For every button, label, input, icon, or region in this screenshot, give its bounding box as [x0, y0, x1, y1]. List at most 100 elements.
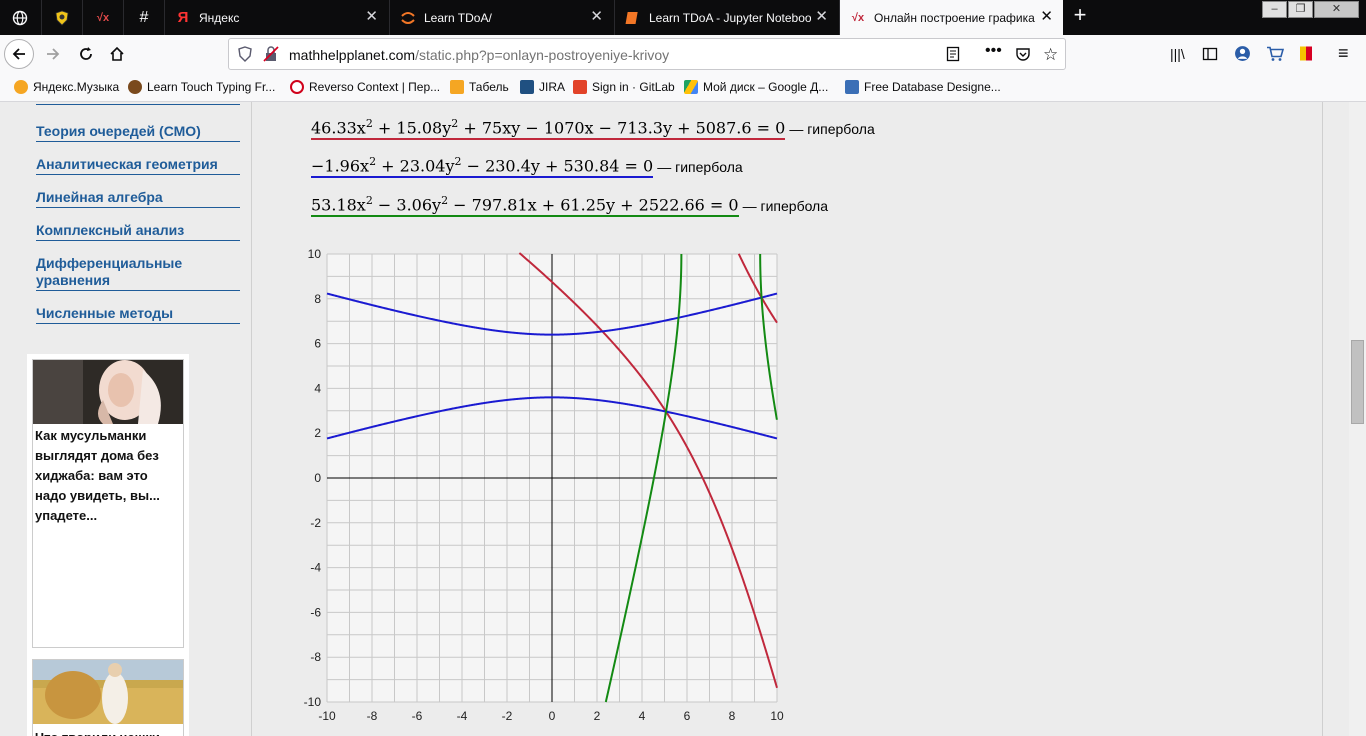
bookmark-item[interactable]: Reverso Context | Пер...	[290, 80, 440, 94]
sidebar-item-analytic-geometry[interactable]: Аналитическая геометрия	[36, 156, 240, 175]
cart-icon[interactable]	[1266, 45, 1285, 67]
x-tick-label: 6	[684, 709, 691, 723]
hyperbola-chart: -10 -8 -6 -4 -2 0 2 4 6 8 10 10 8 6 4 2 0 -2 -4 -6 -8 -10	[304, 247, 784, 723]
x-tick-label: 2	[594, 709, 601, 723]
ad-text[interactable]: Что творили чешки	[33, 724, 183, 736]
url-text: mathhelpplanet.com/static.php?p=onlayn-p…	[289, 47, 669, 63]
bookmark-item[interactable]: Табель	[450, 80, 509, 94]
tab-pinned-4[interactable]: #	[123, 0, 163, 35]
ad-text[interactable]: Как мусульманки выглядят дома без хиджаб…	[33, 424, 183, 528]
page-content: Теория очередей (СМО) Аналитическая геом…	[0, 102, 1349, 736]
y-tick-label: -8	[310, 650, 321, 664]
bookmark-item[interactable]: Learn Touch Typing Fr...	[128, 80, 275, 94]
arrow-left-icon	[12, 48, 25, 60]
tab-jupyter-notebook[interactable]: Learn TDoA - Jupyter Notebook ✕	[614, 0, 838, 35]
sidebar-item-complex-analysis[interactable]: Комплексный анализ	[36, 222, 240, 241]
equation-text: 46.33x2 + 15.08y2 + 75xy − 1070x − 713.3…	[311, 117, 786, 141]
bookmark-item[interactable]: Мой диск – Google Д...	[684, 80, 828, 94]
x-tick-label: -6	[412, 709, 423, 723]
ad-image	[33, 360, 183, 424]
tab-title: Онлайн построение графика	[874, 10, 1035, 25]
sidebar-item-linear-algebra[interactable]: Линейная алгебра	[36, 189, 240, 208]
sidebar-toggle-icon[interactable]	[1202, 46, 1218, 67]
library-icon[interactable]: |||\	[1170, 46, 1185, 62]
bookmark-label: Мой диск – Google Д...	[703, 80, 829, 94]
bookmark-label: Reverso Context | Пер...	[309, 80, 441, 94]
reader-view-icon[interactable]	[945, 46, 961, 67]
sidebar-item-numerical-methods[interactable]: Численные методы	[36, 305, 240, 324]
x-tick-label: 8	[729, 709, 736, 723]
y-tick-label: 2	[314, 426, 321, 440]
minimize-button[interactable]: –	[1262, 1, 1287, 18]
ad-card[interactable]: Что творили чешки	[32, 659, 184, 736]
close-window-button[interactable]: ✕	[1314, 1, 1359, 18]
tab-yandex[interactable]: Я Яндекс ✕	[164, 0, 388, 35]
music-icon	[14, 80, 28, 94]
bookmark-star-icon[interactable]: ☆	[1043, 45, 1058, 65]
back-button[interactable]	[4, 39, 34, 69]
equation-row: 46.33x2 + 15.08y2 + 75xy − 1070x − 713.3…	[311, 117, 875, 141]
address-bar[interactable]: mathhelpplanet.com/static.php?p=onlayn-p…	[228, 38, 1066, 70]
sidebar-item-partial[interactable]	[36, 102, 240, 105]
jupyter-icon	[400, 10, 416, 26]
bookmark-item[interactable]: Free Database Designe...	[845, 80, 1001, 94]
ad-card[interactable]: Как мусульманки выглядят дома без хиджаб…	[32, 359, 184, 648]
close-tab-icon[interactable]: ✕	[815, 9, 828, 25]
bookmark-item[interactable]: JIRA	[520, 80, 565, 94]
x-tick-label: -10	[318, 709, 336, 723]
bookmarks-bar: Яндекс.Музыка Learn Touch Typing Fr... R…	[0, 74, 1366, 102]
ad-column: Как мусульманки выглядят дома без хиджаб…	[27, 354, 189, 736]
jira-icon	[520, 80, 534, 94]
equation-row: 53.18x2 − 3.06y2 − 797.81x + 61.25y + 25…	[311, 194, 829, 218]
y-tick-label: 8	[314, 292, 321, 306]
scrollbar-thumb[interactable]	[1351, 340, 1364, 424]
close-tab-icon[interactable]: ✕	[1040, 9, 1053, 25]
close-tab-icon[interactable]: ✕	[590, 9, 603, 25]
bookmark-item[interactable]: Sign in · GitLab	[573, 80, 675, 94]
y-tick-label: 4	[314, 381, 321, 395]
restore-button[interactable]: ❐	[1288, 1, 1313, 18]
y-tick-label: -10	[304, 695, 322, 709]
account-icon[interactable]	[1234, 45, 1251, 67]
sqrt-x-icon: √x	[851, 11, 865, 24]
tab-pinned-3[interactable]: √x	[82, 0, 122, 35]
bookmark-item[interactable]: Яндекс.Музыка	[14, 80, 119, 94]
tracking-shield-icon[interactable]	[237, 46, 253, 67]
tab-title: Яндекс	[199, 10, 240, 25]
reload-button[interactable]	[71, 39, 101, 69]
tab-learn-tdoa[interactable]: Learn TDoA/ ✕	[389, 0, 613, 35]
y-tick-label: -6	[310, 605, 321, 619]
insecure-lock-icon[interactable]	[263, 46, 279, 67]
equation-label: — гипербола	[789, 121, 875, 138]
x-tick-label: 4	[639, 709, 646, 723]
page-actions-icon[interactable]: •••	[985, 42, 1002, 60]
equation-row: −1.96x2 + 23.04y2 − 230.4y + 530.84 = 0 …	[311, 155, 743, 179]
pocket-icon[interactable]	[1015, 46, 1031, 67]
home-button[interactable]	[102, 39, 132, 69]
y-tick-label: 10	[308, 247, 322, 261]
sidebar-item-queueing[interactable]: Теория очередей (СМО)	[36, 123, 240, 142]
typing-avatar-icon	[128, 80, 142, 94]
bookmark-label: Sign in · GitLab	[592, 80, 675, 94]
menu-icon[interactable]: ≡	[1338, 43, 1349, 64]
bookmark-label: Яндекс.Музыка	[33, 80, 120, 94]
tab-active-graph[interactable]: √x Онлайн построение графика ✕	[839, 0, 1063, 35]
y-tick-label: -4	[310, 561, 321, 575]
bookmark-label: Табель	[469, 80, 509, 94]
database-icon	[845, 80, 859, 94]
tab-title: Learn TDoA - Jupyter Notebook	[649, 10, 811, 25]
close-tab-icon[interactable]: ✕	[365, 9, 378, 25]
tab-pinned-2[interactable]	[41, 0, 81, 35]
page-right-border	[1322, 102, 1323, 736]
tab-bar: √x # Я Яндекс ✕ Learn TDoA/ ✕ Learn TDoA…	[0, 0, 1366, 35]
globe-icon	[12, 10, 28, 26]
tab-pinned-1[interactable]	[0, 0, 40, 35]
equation-label: — гипербола	[742, 198, 829, 215]
sidebar-item-differential-equations[interactable]: Дифференциальные уравнения	[36, 255, 240, 291]
url-domain: mathhelpplanet.com	[289, 47, 416, 63]
page-scrollbar[interactable]	[1349, 102, 1366, 736]
new-tab-button[interactable]: +	[1068, 4, 1092, 28]
forward-button[interactable]	[38, 39, 68, 69]
equation-label: — гипербола	[657, 159, 743, 176]
flag-extension-icon[interactable]	[1298, 45, 1314, 67]
